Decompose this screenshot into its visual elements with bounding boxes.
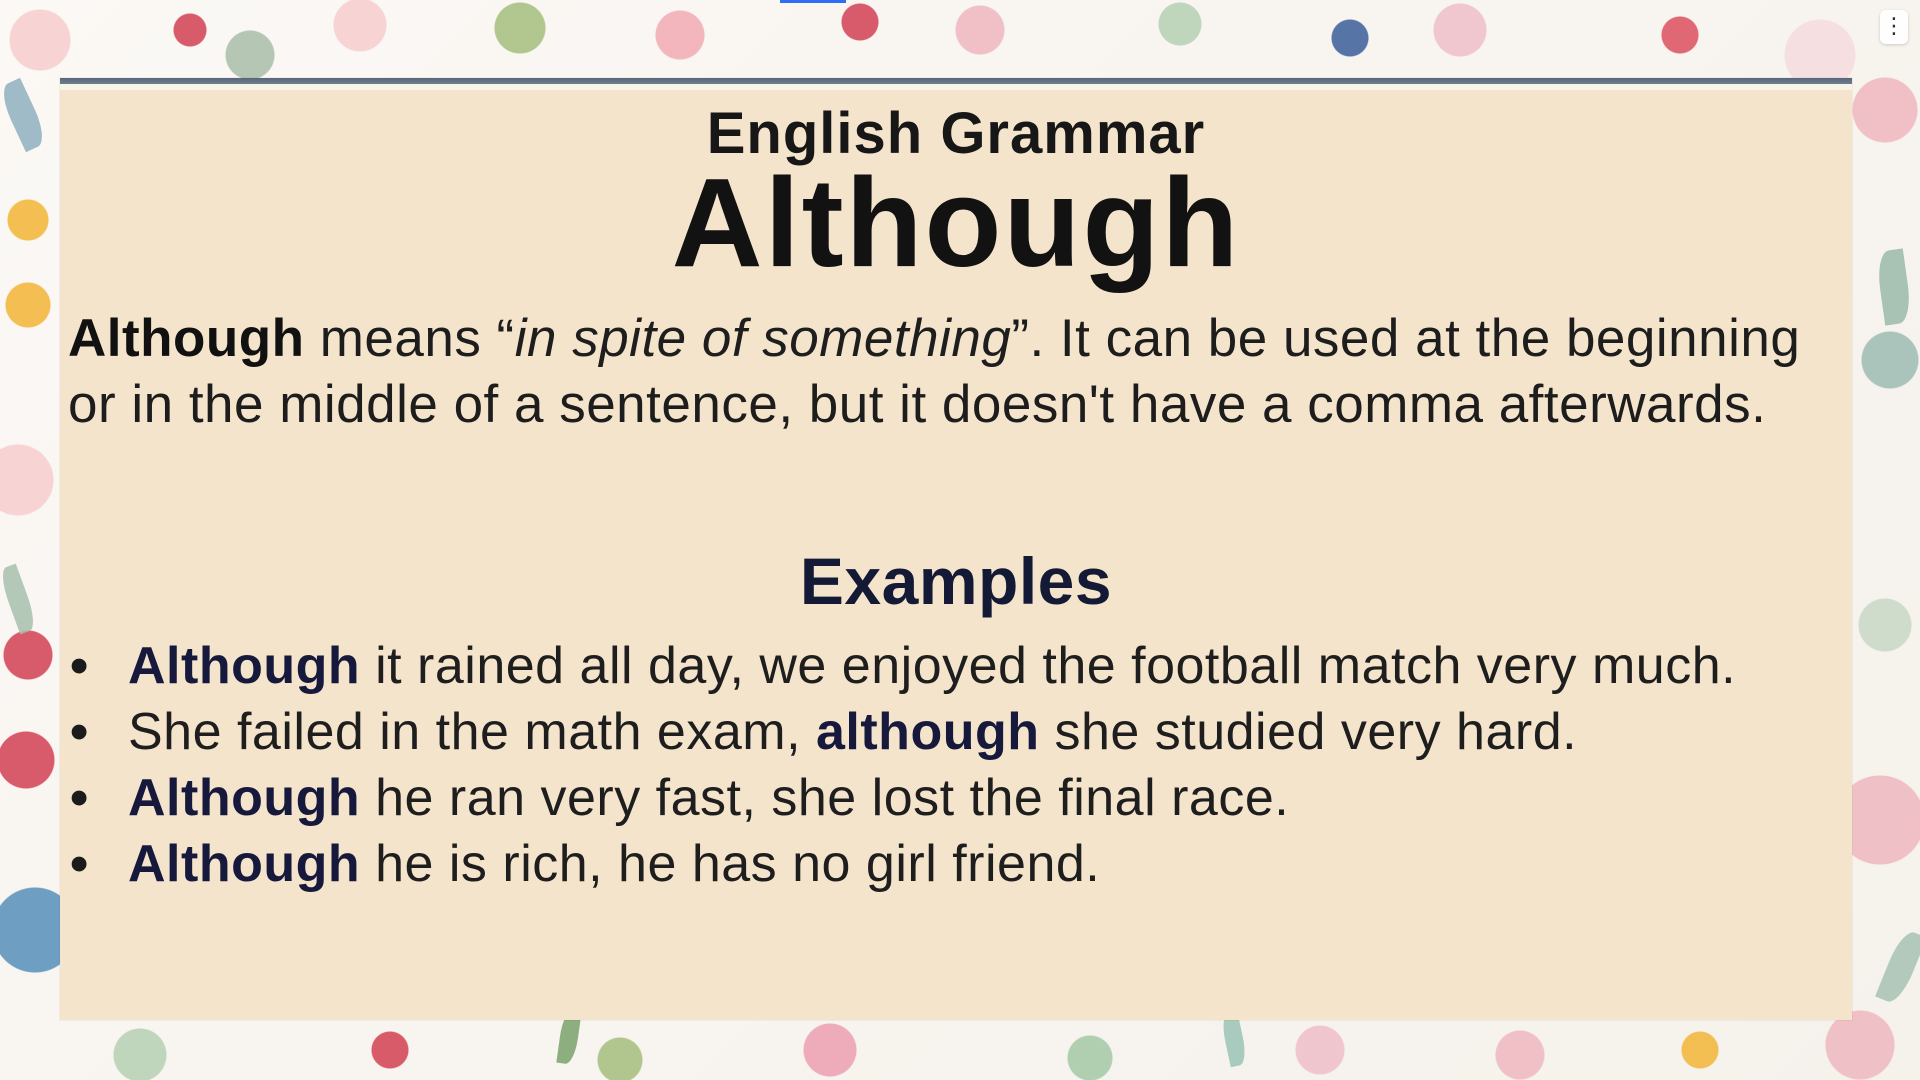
grammar-slide-panel: English Grammar Although Although means … xyxy=(60,78,1852,1020)
example-keyword: Although xyxy=(128,835,361,893)
example-item: • Although he is rich, he has no girl fr… xyxy=(70,832,1830,896)
example-text: he ran very fast, she lost the final rac… xyxy=(360,769,1290,827)
vertical-ellipsis-icon: ⋮ xyxy=(1883,14,1905,39)
example-keyword: Although xyxy=(128,769,361,827)
example-text: he is rich, he has no girl friend. xyxy=(360,835,1101,893)
header-highlight xyxy=(60,84,1852,90)
example-item: • She failed in the math exam, although … xyxy=(70,700,1830,764)
example-text: she studied very hard. xyxy=(1039,703,1578,761)
more-options-button[interactable]: ⋮ xyxy=(1880,10,1908,44)
examples-heading: Examples xyxy=(799,544,1113,618)
bullet-dot-icon: • xyxy=(70,703,89,761)
example-item: • Although it rained all day, we enjoyed… xyxy=(70,634,1830,698)
bullet-dot-icon: • xyxy=(70,835,89,893)
definition-keyword: Although xyxy=(68,309,305,368)
bullet-dot-icon: • xyxy=(70,769,89,827)
examples-list: • Although it rained all day, we enjoyed… xyxy=(70,634,1830,898)
bullet-dot-icon: • xyxy=(70,637,89,695)
example-keyword: although xyxy=(816,703,1040,761)
example-keyword: Although xyxy=(128,637,361,695)
example-item: • Although he ran very fast, she lost th… xyxy=(70,766,1830,830)
definition-quote: in spite of something xyxy=(514,309,1012,368)
loading-progress-bar xyxy=(780,0,846,3)
example-text: She failed in the math exam, xyxy=(128,703,816,761)
example-text: it rained all day, we enjoyed the footba… xyxy=(360,637,1737,695)
definition-paragraph: Although means “in spite of something”. … xyxy=(68,306,1828,438)
slide-title: Although xyxy=(671,152,1241,293)
definition-text-1: means “ xyxy=(304,309,515,368)
